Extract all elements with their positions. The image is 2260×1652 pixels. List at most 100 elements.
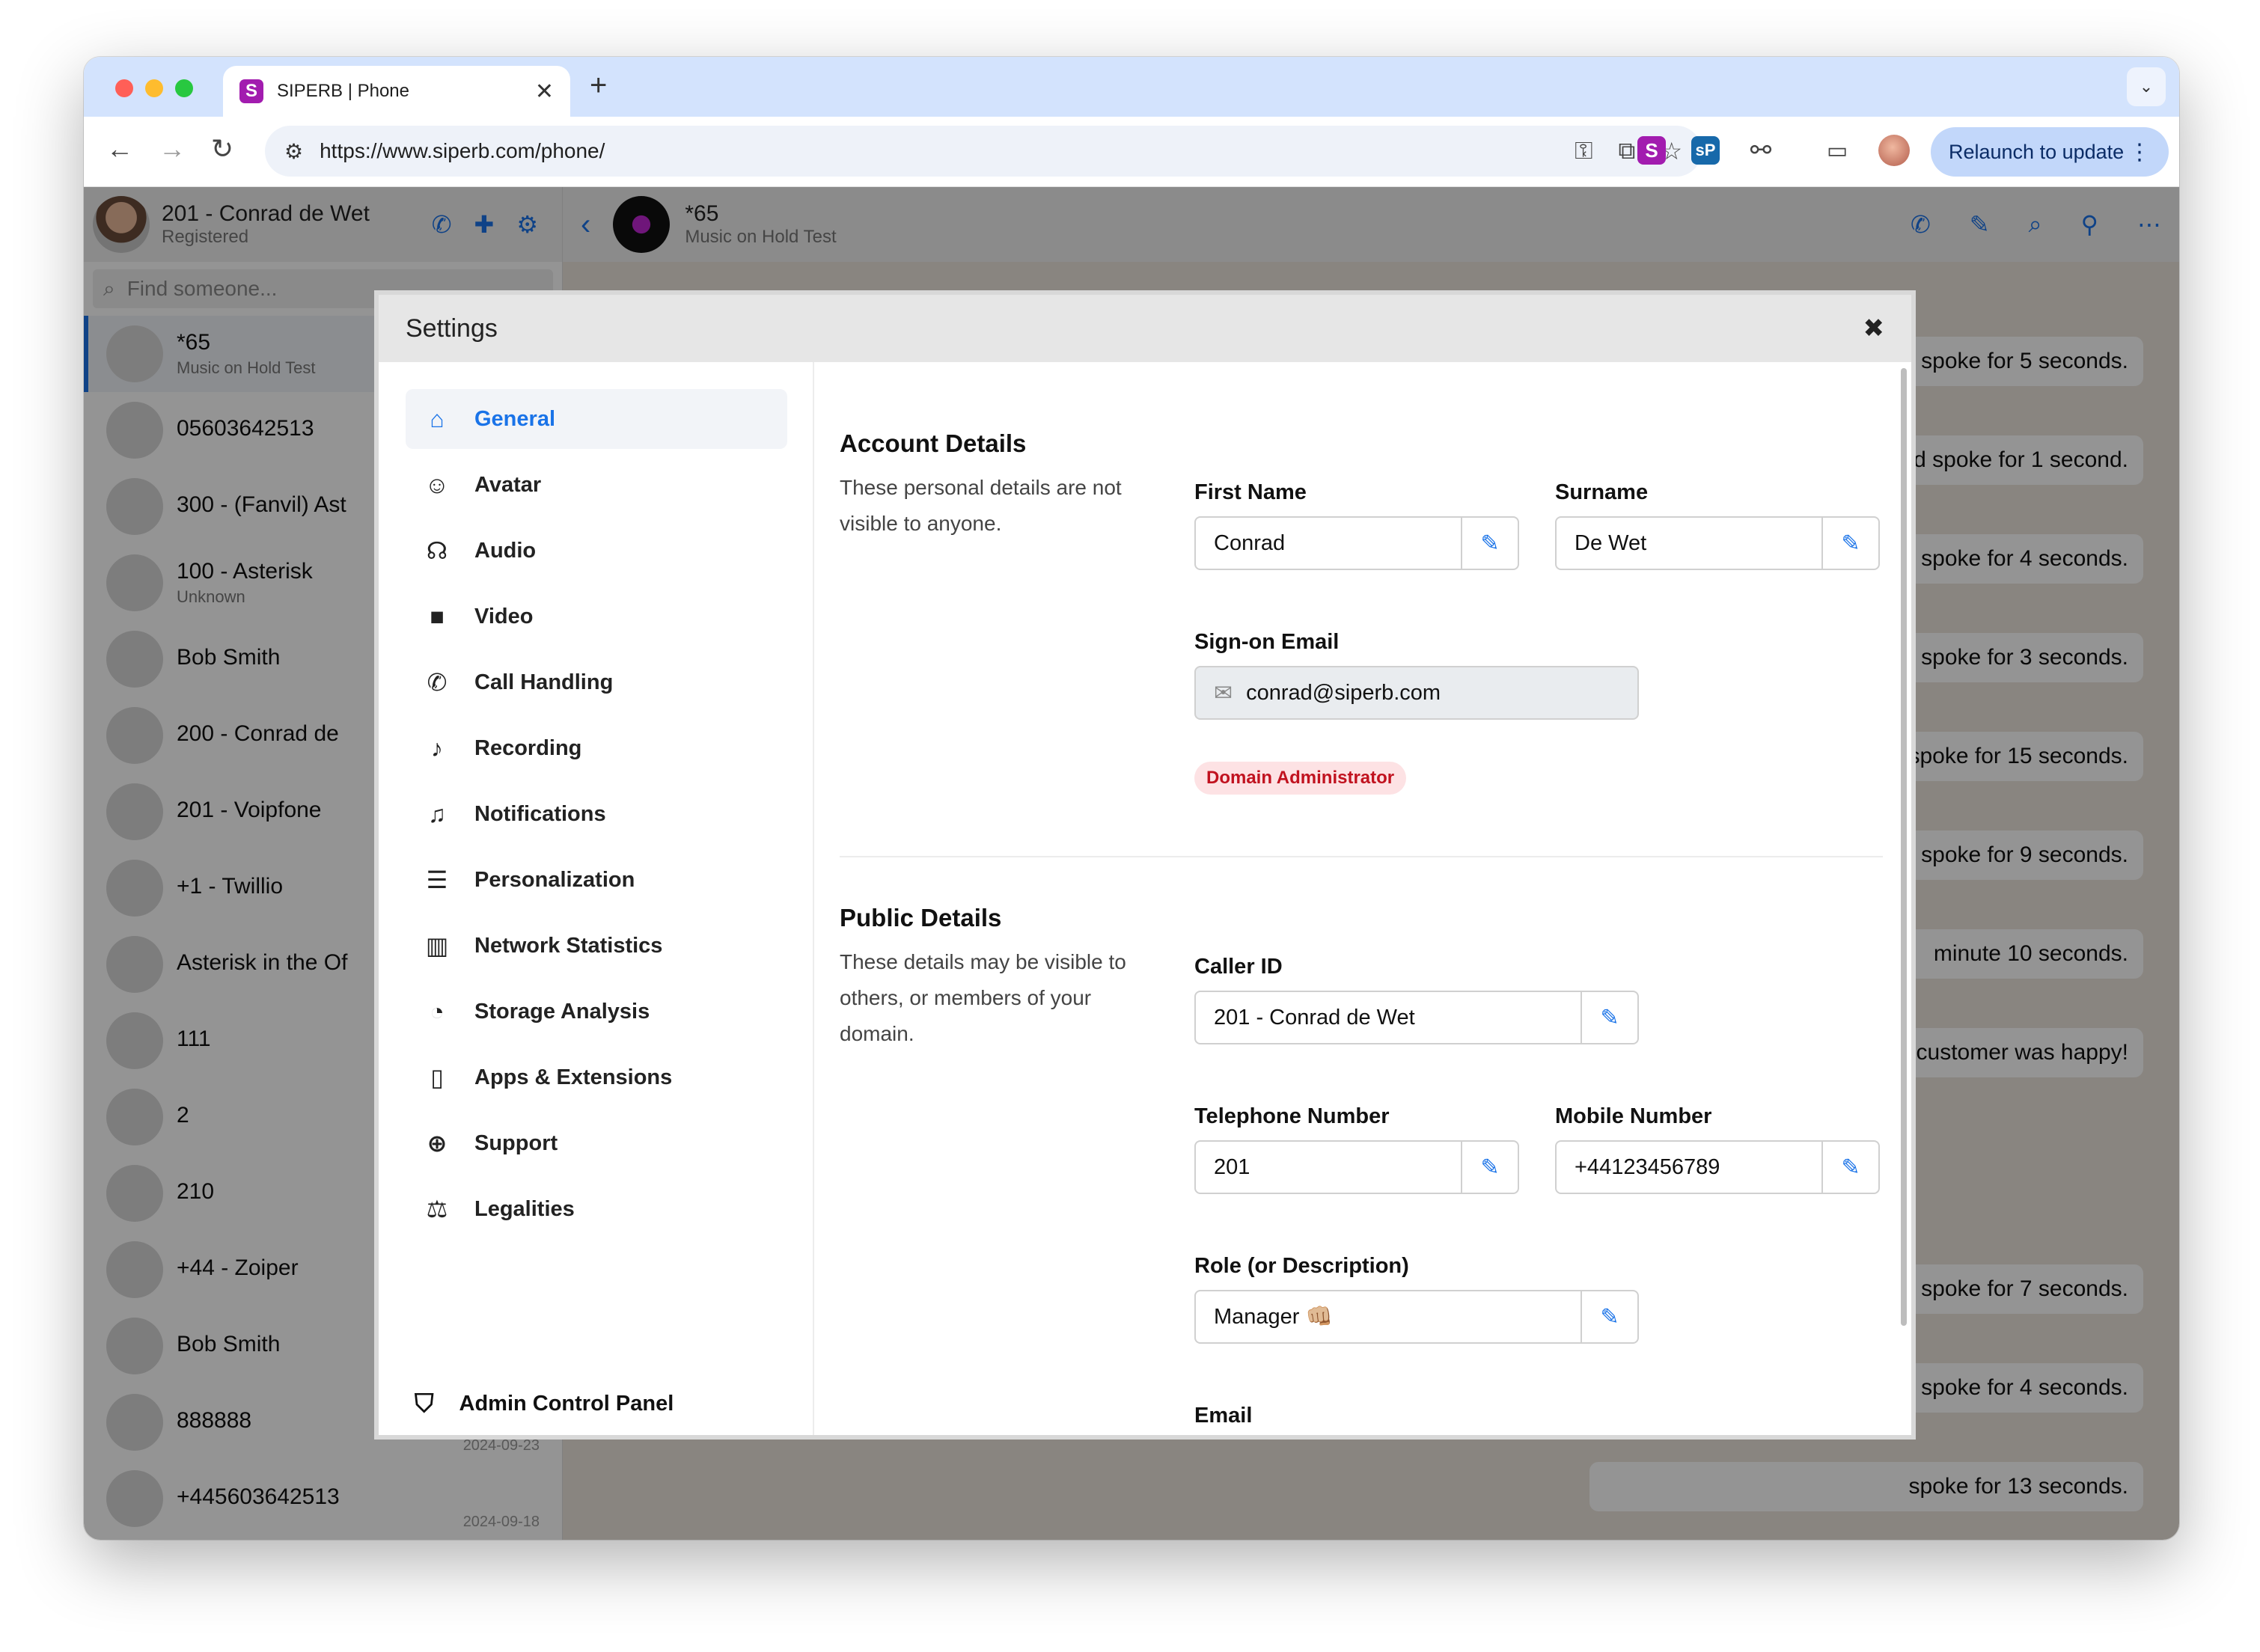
telephone-number-field[interactable]: 201 ✎ xyxy=(1194,1140,1519,1194)
menu-item-label: Apps & Extensions xyxy=(474,1065,673,1089)
first-name-label: First Name xyxy=(1194,480,1307,504)
menu-item-label: Audio xyxy=(474,538,537,563)
modal-scrollbar[interactable] xyxy=(1901,368,1907,1326)
admin-control-panel-link[interactable]: ⛉ Admin Control Panel xyxy=(415,1389,674,1419)
settings-menu-item-video[interactable]: ■ Video xyxy=(406,587,787,646)
public-details-section: Public Details These details may be visi… xyxy=(840,904,1883,1435)
sign-on-email-value: conrad@siperb.com xyxy=(1246,680,1441,705)
menu-item-label: Video xyxy=(474,604,534,628)
settings-menu-item-call-handling[interactable]: ✆ Call Handling xyxy=(406,652,787,712)
email-label: Email xyxy=(1194,1404,1253,1428)
close-window-button[interactable] xyxy=(115,79,133,97)
settings-menu-item-recording[interactable]: ♪ Recording xyxy=(406,718,787,778)
tab-search-chevron-icon[interactable]: ⌄ xyxy=(2127,67,2166,106)
sp-extension-icon[interactable]: sP xyxy=(1691,136,1720,165)
section-divider xyxy=(840,856,1883,857)
admin-label: Admin Control Panel xyxy=(459,1392,674,1416)
settings-content: Account Details These personal details a… xyxy=(814,362,1911,1435)
settings-menu-item-notifications[interactable]: ♫ Notifications xyxy=(406,784,787,844)
user-circle-icon: ☺ xyxy=(424,471,450,498)
relaunch-label: Relaunch to update xyxy=(1949,140,2125,163)
minimize-window-button[interactable] xyxy=(145,79,163,97)
relaunch-to-update-button[interactable]: Relaunch to update ⋮ xyxy=(1931,127,2169,177)
section-title: Public Details xyxy=(840,904,1002,931)
envelope-icon: ✉ xyxy=(1214,680,1233,706)
mobile-number-value[interactable]: +44123456789 xyxy=(1557,1155,1821,1180)
extensions-puzzle-icon[interactable]: ⚯ xyxy=(1747,136,1775,165)
browser-window: S SIPERB | Phone ✕ + ⌄ ← → ↻ ⚙ https://w… xyxy=(84,57,2179,1540)
sign-on-email-label: Sign-on Email xyxy=(1194,630,1340,654)
caller-id-field[interactable]: 201 - Conrad de Wet ✎ xyxy=(1194,991,1639,1044)
modal-title: Settings xyxy=(406,313,498,343)
open-in-app-icon[interactable]: ⧉ xyxy=(1618,137,1635,165)
settings-menu-item-legalities[interactable]: ⚖ Legalities xyxy=(406,1179,787,1239)
tab-title: SIPERB | Phone xyxy=(277,81,409,101)
microphone-icon: ♪ xyxy=(431,734,443,762)
edit-icon[interactable]: ✎ xyxy=(1581,1291,1637,1342)
pie-chart-icon: ◔ xyxy=(430,997,445,1025)
menu-item-label: Personalization xyxy=(474,867,635,892)
address-bar[interactable]: ⚙ https://www.siperb.com/phone/ ⚿ ⧉ ☆ xyxy=(265,126,1702,177)
scales-icon: ⚖ xyxy=(426,1196,448,1223)
url-text[interactable]: https://www.siperb.com/phone/ xyxy=(320,139,1549,163)
maximize-window-button[interactable] xyxy=(175,79,193,97)
telephone-number-label: Telephone Number xyxy=(1194,1104,1390,1128)
bar-chart-icon: ▥ xyxy=(425,932,449,959)
bell-icon: ♫ xyxy=(428,800,446,827)
caller-id-value[interactable]: 201 - Conrad de Wet xyxy=(1196,1006,1581,1030)
cast-icon[interactable]: ▭ xyxy=(1823,136,1851,165)
tab-strip: S SIPERB | Phone ✕ + ⌄ xyxy=(84,57,2179,117)
headphones-icon: ☊ xyxy=(426,537,448,564)
siperb-extension-icon[interactable]: S xyxy=(1637,136,1666,165)
close-icon[interactable]: ✖ xyxy=(1863,313,1885,343)
settings-menu-item-apps-extensions[interactable]: ▯ Apps & Extensions xyxy=(406,1047,787,1107)
settings-menu-item-avatar[interactable]: ☺ Avatar xyxy=(406,455,787,515)
status-badge: Domain Administrator xyxy=(1194,762,1407,795)
settings-menu-item-support[interactable]: ⊕ Support xyxy=(406,1113,787,1173)
back-arrow-icon[interactable]: ← xyxy=(106,133,133,165)
caller-id-label: Caller ID xyxy=(1194,955,1283,979)
settings-menu-item-network-statistics[interactable]: ▥ Network Statistics xyxy=(406,916,787,976)
site-settings-icon[interactable]: ⚙ xyxy=(284,139,303,164)
role-label: Role (or Description) xyxy=(1194,1254,1409,1278)
settings-menu-item-personalization[interactable]: ☰ Personalization xyxy=(406,850,787,910)
settings-menu-item-general[interactable]: ⌂ General xyxy=(406,389,787,449)
menu-item-label: Recording xyxy=(474,735,582,760)
kebab-menu-icon[interactable]: ⋮ xyxy=(2128,139,2151,165)
mobile-icon: ▯ xyxy=(430,1064,444,1091)
first-name-value[interactable]: Conrad xyxy=(1196,531,1461,556)
phone-icon: ✆ xyxy=(427,669,448,696)
modal-header: Settings ✖ xyxy=(379,295,1911,362)
menu-item-label: Call Handling xyxy=(474,670,614,694)
video-camera-icon: ■ xyxy=(430,602,445,630)
edit-icon[interactable]: ✎ xyxy=(1461,1142,1518,1193)
section-description: These personal details are not visible t… xyxy=(840,476,1122,535)
surname-value[interactable]: De Wet xyxy=(1557,531,1821,556)
browser-tab[interactable]: S SIPERB | Phone ✕ xyxy=(223,66,570,117)
shield-icon: ⛉ xyxy=(415,1389,434,1418)
reload-icon[interactable]: ↻ xyxy=(211,133,233,165)
settings-menu: ⌂ General ☺ Avatar ☊ Audio ■ Video ✆ Call Handlin… xyxy=(379,362,814,1435)
edit-icon[interactable]: ✎ xyxy=(1821,1142,1878,1193)
browser-toolbar: ← → ↻ ⚙ https://www.siperb.com/phone/ ⚿ … xyxy=(84,117,2179,187)
new-tab-icon[interactable]: + xyxy=(590,69,607,103)
menu-item-label: Notifications xyxy=(474,801,606,826)
menu-item-label: Storage Analysis xyxy=(474,999,650,1024)
first-name-field[interactable]: Conrad ✎ xyxy=(1194,516,1519,570)
sign-on-email-field: ✉ conrad@siperb.com xyxy=(1194,666,1639,720)
role-value[interactable]: Manager 👊🏼 xyxy=(1196,1304,1581,1330)
settings-menu-item-audio[interactable]: ☊ Audio xyxy=(406,521,787,581)
surname-field[interactable]: De Wet ✎ xyxy=(1555,516,1880,570)
edit-icon[interactable]: ✎ xyxy=(1581,992,1637,1043)
edit-icon[interactable]: ✎ xyxy=(1461,518,1518,569)
telephone-number-value[interactable]: 201 xyxy=(1196,1155,1461,1180)
forward-arrow-icon[interactable]: → xyxy=(159,133,186,165)
mobile-number-field[interactable]: +44123456789 ✎ xyxy=(1555,1140,1880,1194)
menu-item-label: Support xyxy=(474,1131,558,1155)
key-icon[interactable]: ⚿ xyxy=(1575,137,1592,165)
profile-avatar[interactable] xyxy=(1878,135,1910,166)
tab-close-icon[interactable]: ✕ xyxy=(535,79,554,105)
role-field[interactable]: Manager 👊🏼 ✎ xyxy=(1194,1290,1639,1344)
settings-menu-item-storage-analysis[interactable]: ◔ Storage Analysis xyxy=(406,982,787,1041)
edit-icon[interactable]: ✎ xyxy=(1821,518,1878,569)
